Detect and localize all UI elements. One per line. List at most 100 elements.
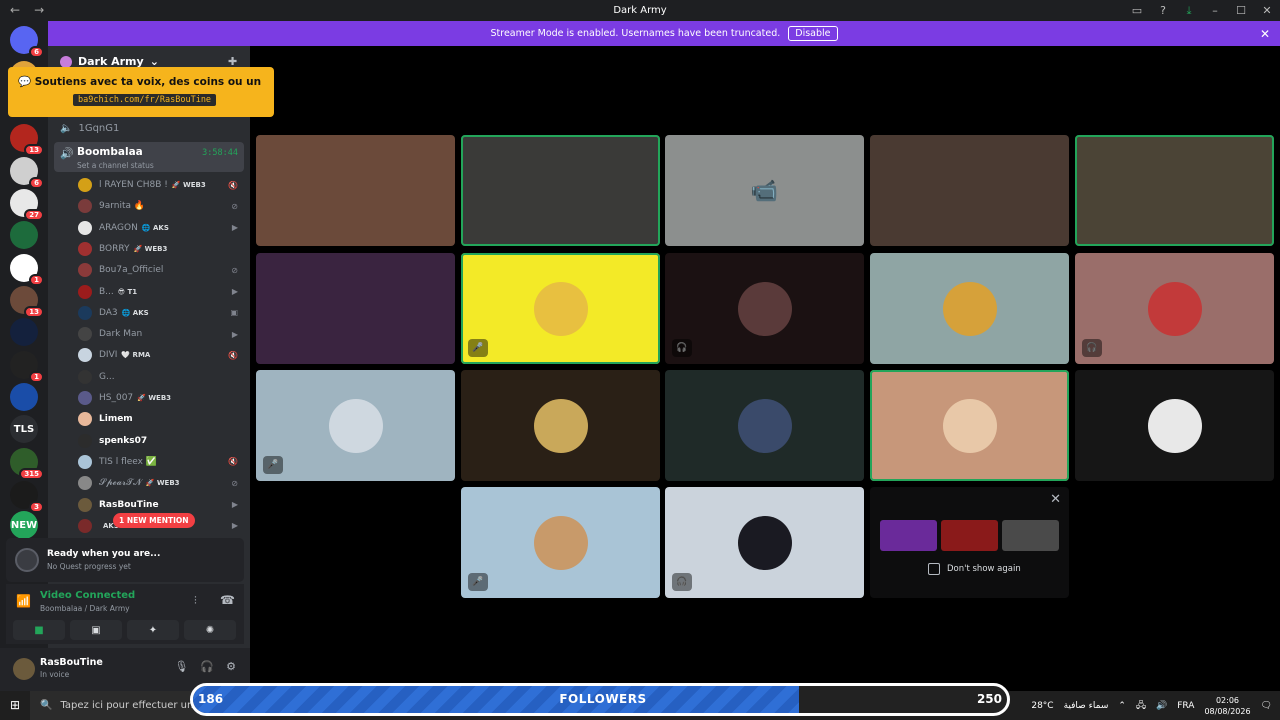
video-tile[interactable] [461,370,660,481]
voice-member[interactable]: HS_007 🚀 WEB3 [78,389,244,407]
avatar[interactable] [13,658,35,680]
soundboard-button[interactable]: ✺ [184,620,236,640]
video-tile[interactable] [256,135,455,246]
game-thumbnail[interactable] [1002,520,1059,551]
signal-icon[interactable]: 📶 [16,594,31,608]
server-icon[interactable]: 1 [10,351,44,383]
video-tile[interactable]: 🎤 [461,487,660,598]
voice-member[interactable]: G... [78,368,244,386]
video-tile[interactable] [1075,135,1274,246]
camera-button[interactable]: ■ [13,620,65,640]
voice-member[interactable]: Dark Man ▶ [78,325,244,343]
dont-show-label: Don't show again [947,564,1021,574]
avatar [78,199,92,214]
weather-temp[interactable]: 28°C [1031,701,1053,711]
server-icon[interactable]: 315 [10,448,44,480]
dont-show-checkbox[interactable] [928,563,940,575]
video-tile[interactable] [256,253,455,364]
voice-member[interactable]: TIS l fleex ✅ 🔇 [78,453,244,471]
volume-icon[interactable]: 🔊 [1156,701,1167,711]
weather-text[interactable]: سماء صافية [1064,701,1109,711]
video-tile[interactable] [870,135,1069,246]
inbox-icon[interactable]: ▭ [1124,0,1150,21]
member-name: DIVI [99,350,118,361]
server-icon[interactable]: 13 [10,286,44,318]
language[interactable]: FRA [1177,701,1194,711]
microphone-icon[interactable]: 🎙 [174,660,188,673]
voice-channel-prev[interactable]: 🔈 1GqnG1 [60,123,119,134]
server-icon[interactable] [10,383,38,411]
close-icon[interactable]: ✕ [1260,27,1270,41]
voice-location[interactable]: Boombalaa / Dark Army [40,604,130,613]
voice-member[interactable]: 𝓢𝓹𝓮𝓪𝓻𝓣𝓝 🚀 WEB3 ⊘ [78,474,244,492]
video-tile[interactable] [461,135,660,246]
voice-member[interactable]: spenks07 [78,432,244,450]
server-icon[interactable] [10,318,38,346]
new-mention-badge[interactable]: 1 NEW MENTION [113,513,195,528]
voice-member[interactable]: Bou7a_Officiel ⊘ [78,261,244,279]
server-icon[interactable]: 1 [10,254,44,286]
cam-icon: ▶ [231,521,238,531]
video-tile[interactable] [1075,370,1274,481]
back-arrow-icon[interactable]: ← [10,3,20,17]
voice-channel-current[interactable]: 🔊 Boombalaa Set a channel status 3:58:44 [54,142,244,172]
screen-share-button[interactable]: ▣ [70,620,122,640]
server-icon[interactable]: NEW [10,511,38,539]
notifications-icon[interactable]: 🗨 [1261,701,1272,711]
voice-member[interactable]: ARAGON 🌐 AKS ▶ [78,219,244,237]
activities-button[interactable]: ✦ [127,620,179,640]
channel-name: Boombalaa [77,146,143,158]
voice-member[interactable]: l RAYEN CH8B ! 🚀 WEB3 🔇 [78,176,244,194]
video-tile[interactable]: 🎧 [665,487,864,598]
server-icon[interactable]: 27 [10,189,44,221]
voice-status[interactable]: Video Connected [40,590,135,601]
clock[interactable]: 02:06 08/08/2026 [1204,695,1250,717]
headphones-icon[interactable]: 🎧 [200,660,214,673]
forward-arrow-icon[interactable]: → [34,3,44,17]
server-icon[interactable]: TLS [10,415,38,443]
video-tile[interactable]: 🎤 [461,253,660,364]
video-tile[interactable] [665,370,864,481]
server-icon[interactable]: 13 [10,124,44,156]
server-icon[interactable] [10,221,38,249]
video-tile[interactable]: 🎤 [256,370,455,481]
quest-panel[interactable]: Ready when you are... No Quest progress … [6,538,244,582]
deaf-icon: ⊘ [231,265,238,275]
help-icon[interactable]: ? [1150,0,1176,21]
video-tile[interactable]: 🎧 [1075,253,1274,364]
close-icon[interactable]: ✕ [1050,492,1061,507]
minimize-button[interactable]: – [1202,0,1228,21]
server-icon[interactable]: 3 [10,481,44,513]
video-tile[interactable]: 🎧 [665,253,864,364]
server-icon[interactable]: 6 [10,26,44,58]
voice-member[interactable]: B... 😎 T1 ▶ [78,283,244,301]
alert-text: Soutiens avec ta voix, des coins ou un m… [34,76,264,88]
voice-member[interactable]: Limem [78,410,244,428]
video-tile[interactable] [870,370,1069,481]
channel-status[interactable]: Set a channel status [77,161,154,170]
settings-gear-icon[interactable]: ⚙ [226,660,236,673]
server-icon[interactable]: 6 [10,157,44,189]
voice-member[interactable]: DA3 🌐 AKS ▣ [78,304,244,322]
user-name[interactable]: RasBouTine [40,657,103,668]
voice-member[interactable]: BORRY 🚀 WEB3 [78,240,244,258]
voice-member[interactable]: RasBouTine ▶ [78,496,244,514]
game-thumbnail[interactable] [941,520,998,551]
chevron-up-icon[interactable]: ⌃ [1118,701,1126,711]
game-thumbnail[interactable] [880,520,937,551]
disconnect-icon[interactable]: ☎ [220,593,235,607]
disable-button[interactable]: Disable [788,26,838,41]
download-icon[interactable]: ⤓ [1176,0,1202,21]
windows-start-icon[interactable]: ⊞ [10,698,20,712]
muted-mic-icon: 🎤 [468,339,488,357]
unread-badge: 315 [19,468,44,480]
network-icon[interactable]: 🖧 [1136,698,1146,714]
video-tile[interactable]: 📹 [665,135,864,246]
avatar [533,281,588,336]
voice-member[interactable]: 9arnita 🔥 ⊘ [78,197,244,215]
noise-suppression-icon[interactable]: ⫶ [194,594,197,608]
maximize-button[interactable]: ☐ [1228,0,1254,21]
close-window-button[interactable]: ✕ [1254,0,1280,21]
voice-member[interactable]: DIVI 🤍 RMA 🔇 [78,346,244,364]
video-tile[interactable] [870,253,1069,364]
